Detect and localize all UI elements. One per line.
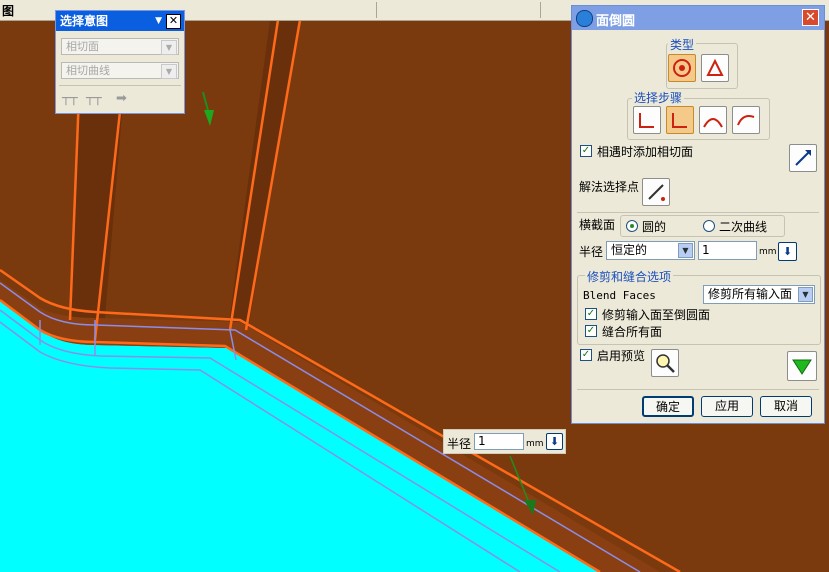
tangent-curves-combo[interactable]: 相切曲线 ▼ — [61, 62, 179, 79]
face-blend-dialog: 面倒圆 ✕ 类型 选择步骤 ✓ 相遇时添加相切面 解法选择点 横截面 圆的 二次… — [571, 5, 825, 424]
tangent-curve-icon[interactable] — [699, 106, 727, 134]
dialog-title-bar[interactable]: 面倒圆 ✕ — [572, 6, 824, 30]
toolbar-divider — [59, 85, 181, 86]
tangent-curves-combo-value: 相切曲线 — [66, 64, 110, 77]
circular-radio[interactable] — [626, 220, 638, 232]
buttons-divider — [577, 389, 819, 390]
conic-radio[interactable] — [703, 220, 715, 232]
intent-toolbar-header[interactable]: 选择意图 ▼ ✕ — [56, 11, 184, 31]
radius-input-value: 1 — [702, 243, 710, 257]
blend-faces-select[interactable]: 修剪所有输入面 ▼ — [703, 285, 815, 304]
on-screen-radius-value: 1 — [478, 434, 486, 448]
menu-bar-title: 图 — [2, 4, 15, 18]
three-face-blend-icon[interactable] — [701, 54, 729, 82]
intent-toolbar-title: 选择意图 — [60, 14, 109, 28]
blend-faces-value: 修剪所有输入面 — [708, 287, 793, 301]
reverse-direction-icon[interactable] — [789, 144, 817, 172]
chevron-down-icon[interactable]: ▼ — [161, 64, 177, 79]
spine-curve-icon[interactable] — [732, 106, 760, 134]
radius-mode-select[interactable]: 恒定的 ▼ — [606, 241, 695, 260]
sew-all-label: 缝合所有面 — [602, 325, 663, 339]
radius-mode-value: 恒定的 — [611, 243, 648, 257]
face-chain-2-icon[interactable] — [666, 106, 694, 134]
on-screen-radius-label: 半径 — [447, 437, 472, 451]
trim-sew-label: 修剪和缝合选项 — [585, 268, 674, 285]
dialog-title: 面倒圆 — [596, 14, 636, 29]
circular-label: 圆的 — [642, 220, 667, 234]
radius-menu-arrow-icon[interactable]: ⬇ — [778, 242, 797, 261]
tangent-faces-combo[interactable]: 相切面 ▼ — [61, 38, 179, 55]
cross-section-label: 横截面 — [579, 218, 616, 232]
toolbar-close-icon[interactable]: ✕ — [166, 14, 181, 29]
selection-intent-toolbar: 选择意图 ▼ ✕ 相切面 ▼ 相切曲线 ▼ ┬┬ ┬┬ ➡ — [55, 10, 185, 114]
enable-preview-label: 启用预览 — [597, 349, 646, 363]
on-screen-radius-unit: mm — [526, 439, 544, 449]
on-screen-radius-field[interactable]: 1 — [474, 433, 524, 450]
sew-all-checkbox[interactable]: ✓ — [585, 325, 597, 337]
arrow-right-icon[interactable]: ➡ — [116, 91, 127, 106]
stop-at-intersection-icon[interactable]: ┬┬ — [62, 91, 78, 106]
type-label: 类型 — [668, 36, 697, 53]
on-screen-radius-input: 半径 1 mm ⬇ — [443, 429, 566, 454]
solve-point-label: 解法选择点 — [579, 180, 640, 194]
toolbar-dropdown-icon[interactable]: ▼ — [155, 11, 162, 31]
chevron-down-icon[interactable]: ▼ — [161, 40, 177, 55]
conic-label: 二次曲线 — [719, 220, 768, 234]
tangent-faces-combo-value: 相切面 — [66, 40, 99, 53]
solve-point-icon[interactable] — [642, 178, 670, 206]
ok-button[interactable]: 确定 — [642, 396, 694, 417]
app-icon — [576, 10, 593, 27]
two-face-blend-icon[interactable] — [668, 54, 696, 82]
radius-label: 半径 — [579, 245, 604, 259]
section-divider — [577, 212, 819, 213]
blend-faces-label: Blend Faces — [583, 289, 656, 302]
on-screen-radius-menu-icon[interactable]: ⬇ — [546, 433, 563, 450]
menu-separator-2 — [540, 2, 541, 18]
add-tangent-faces-label: 相遇时添加相切面 — [597, 145, 694, 159]
selection-steps-label: 选择步骤 — [632, 89, 685, 106]
follow-fillet-icon[interactable]: ┬┬ — [86, 91, 102, 106]
trim-input-label: 修剪输入面至倒圆面 — [602, 308, 711, 322]
add-tangent-faces-checkbox[interactable]: ✓ — [580, 145, 592, 157]
chevron-down-icon[interactable]: ▼ — [798, 287, 813, 302]
trim-input-checkbox[interactable]: ✓ — [585, 308, 597, 320]
chevron-down-icon[interactable]: ▼ — [678, 243, 693, 258]
radius-input[interactable]: 1 — [698, 241, 757, 260]
apply-button[interactable]: 应用 — [701, 396, 753, 417]
close-icon[interactable]: ✕ — [802, 9, 819, 26]
expand-dialog-icon[interactable] — [787, 351, 817, 381]
menu-separator — [376, 2, 377, 18]
cancel-button[interactable]: 取消 — [760, 396, 812, 417]
radius-unit: mm — [759, 247, 777, 257]
preview-magnifier-icon[interactable] — [651, 349, 679, 377]
enable-preview-checkbox[interactable]: ✓ — [580, 349, 592, 361]
face-chain-1-icon[interactable] — [633, 106, 661, 134]
